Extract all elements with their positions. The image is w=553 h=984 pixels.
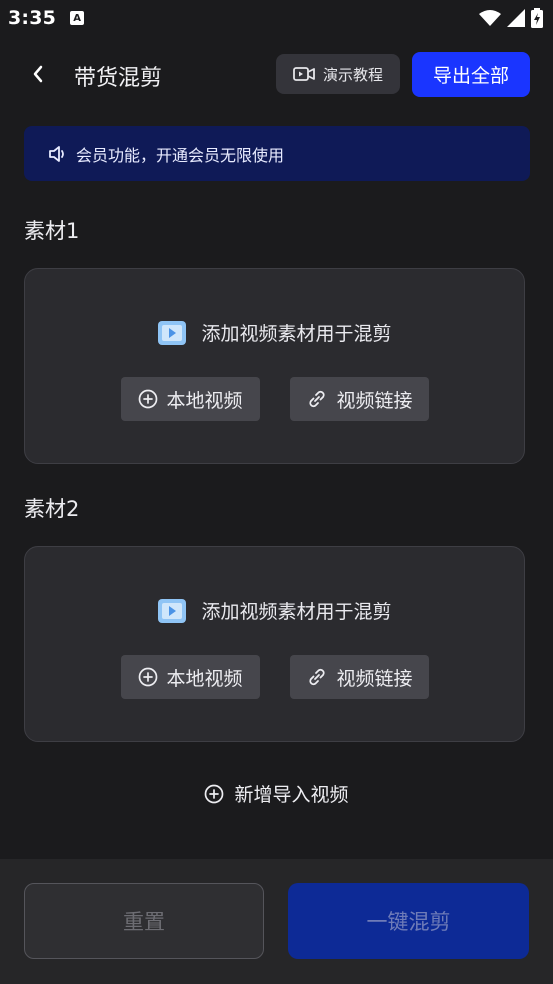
status-time: 3:35 xyxy=(8,7,57,29)
link-icon xyxy=(309,668,326,686)
tutorial-label: 演示教程 xyxy=(322,65,383,84)
notification-a-icon: A xyxy=(70,11,85,25)
material-1-label: 素材1 xyxy=(24,219,80,243)
export-all-button[interactable]: 导出全部 xyxy=(412,52,530,97)
add-video-label: 新增导入视频 xyxy=(234,784,349,806)
material-1-local-video-label: 本地视频 xyxy=(166,389,243,412)
one-click-mix-button[interactable]: 一键混剪 xyxy=(288,883,529,959)
video-camera-icon xyxy=(293,67,315,81)
add-video-button[interactable]: 新增导入视频 xyxy=(0,780,553,807)
material-2-card: 添加视频素材用于混剪 本地视频 视频链接 xyxy=(24,546,525,742)
top-bar: 带货混剪 演示教程 导出全部 xyxy=(0,52,553,98)
page-title: 带货混剪 xyxy=(74,66,163,91)
material-1-hint: 添加视频素材用于混剪 xyxy=(25,319,524,346)
plus-circle-icon xyxy=(205,784,224,803)
material-2-hint-text: 添加视频素材用于混剪 xyxy=(201,601,392,623)
material-2-local-video-label: 本地视频 xyxy=(166,667,243,690)
material-1-local-video-button[interactable]: 本地视频 xyxy=(121,377,260,421)
material-1-video-link-label: 视频链接 xyxy=(336,389,413,412)
material-1-card: 添加视频素材用于混剪 本地视频 视频链接 xyxy=(24,268,525,464)
plus-circle-icon xyxy=(139,667,158,687)
status-icons xyxy=(479,8,543,28)
wifi-icon xyxy=(479,10,501,26)
chevron-left-icon xyxy=(33,65,43,83)
material-2-video-link-button[interactable]: 视频链接 xyxy=(290,655,429,699)
reset-button[interactable]: 重置 xyxy=(24,883,264,959)
vip-banner-text: 会员功能，开通会员无限使用 xyxy=(76,145,285,165)
signal-icon xyxy=(507,9,525,27)
battery-icon xyxy=(531,8,543,28)
material-2-label: 素材2 xyxy=(24,497,80,521)
vip-banner[interactable]: 会员功能，开通会员无限使用 xyxy=(24,126,530,181)
plus-circle-icon xyxy=(139,389,158,409)
video-file-icon xyxy=(158,598,187,623)
speaker-icon xyxy=(49,145,64,162)
status-bar: 3:35 A xyxy=(0,0,553,36)
material-1-video-link-button[interactable]: 视频链接 xyxy=(290,377,429,421)
material-1-hint-text: 添加视频素材用于混剪 xyxy=(201,323,392,345)
tutorial-button[interactable]: 演示教程 xyxy=(276,54,400,94)
material-2-local-video-button[interactable]: 本地视频 xyxy=(121,655,260,699)
link-icon xyxy=(309,390,326,408)
bottom-action-bar: 重置 一键混剪 xyxy=(0,859,553,984)
video-file-icon xyxy=(158,320,187,345)
material-2-hint: 添加视频素材用于混剪 xyxy=(25,597,524,624)
material-2-video-link-label: 视频链接 xyxy=(336,667,413,690)
back-button[interactable] xyxy=(24,60,52,88)
